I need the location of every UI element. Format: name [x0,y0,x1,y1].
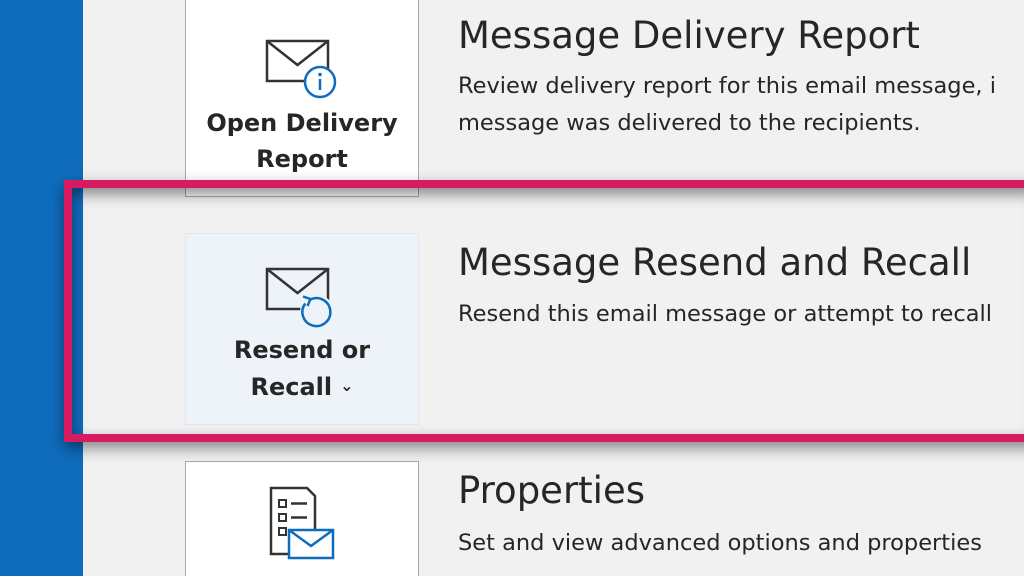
properties-envelope-icon [269,486,335,560]
properties-button[interactable] [185,461,419,576]
section-title-properties: Properties [458,469,645,512]
backstage-info-page: Open Delivery Report Message Delivery Re… [0,0,1024,576]
section-title-resend-recall: Message Resend and Recall [458,241,972,284]
chevron-down-icon[interactable]: ⌄ [340,368,353,404]
resend-or-recall-button[interactable]: Resend or Recall ⌄ [185,233,419,425]
backstage-sidebar [0,0,83,576]
envelope-refresh-icon [265,267,334,329]
resend-or-recall-label: Resend or Recall ⌄ [186,332,418,405]
section-title-delivery-report: Message Delivery Report [458,14,920,57]
section-description-delivery-report: Review delivery report for this email me… [458,73,996,136]
section-description-properties: Set and view advanced options and proper… [458,530,982,556]
open-delivery-report-label: Open Delivery Report [206,109,398,173]
open-delivery-report-button[interactable]: Open Delivery Report [185,0,419,197]
envelope-info-icon [265,39,337,99]
section-description-resend-recall: Resend this email message or attempt to … [458,301,993,327]
